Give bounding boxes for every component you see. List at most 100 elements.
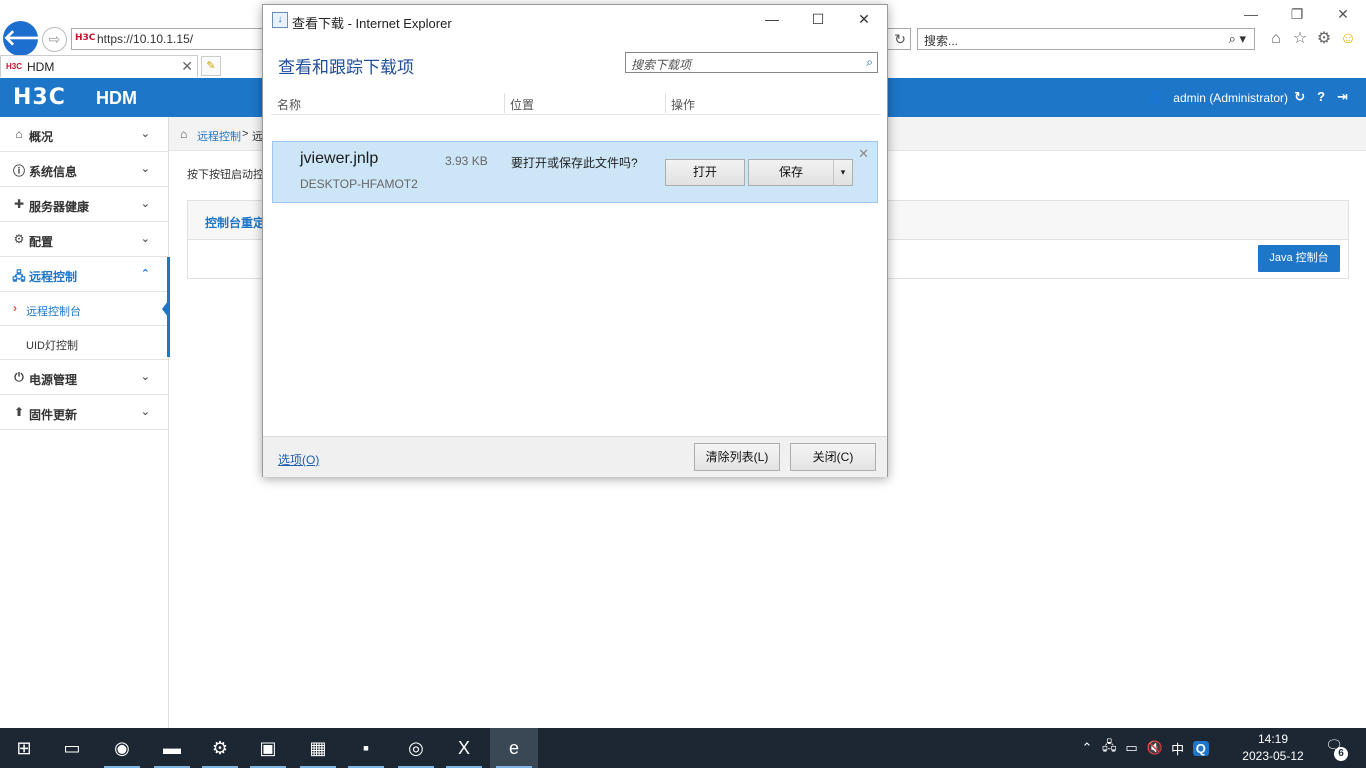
- dialog-close-icon[interactable]: ✕: [841, 5, 887, 35]
- chevron-down-icon: ⌄: [140, 406, 150, 418]
- refresh-icon[interactable]: ↻: [1294, 89, 1305, 105]
- close-dialog-button[interactable]: 关闭(C): [790, 443, 876, 471]
- gear-icon: ⚙: [13, 232, 25, 246]
- current-user[interactable]: admin (Administrator): [1173, 91, 1288, 105]
- sidebar-subitem-label: UID灯控制: [26, 340, 78, 352]
- download-prompt: 要打开或保存此文件吗?: [511, 156, 638, 170]
- sidebar-item-4[interactable]: ⚙ 配置 ⌄: [0, 222, 168, 257]
- product-name: HDM: [96, 88, 137, 108]
- breadcrumb-link-remote-control[interactable]: 远程控制: [197, 128, 241, 144]
- view-downloads-dialog: ↓ 查看下载 - Internet Explorer — ☐ ✕ 查看和跟踪下载…: [262, 4, 888, 477]
- file-explorer-icon[interactable]: ▬: [148, 728, 196, 768]
- downloads-search-placeholder: 搜索下载项: [631, 58, 692, 72]
- dialog-minimize-icon[interactable]: —: [749, 5, 795, 35]
- site-favicon-icon: H3C: [75, 33, 96, 43]
- tab-title: HDM: [27, 60, 55, 74]
- dialog-maximize-icon[interactable]: ☐: [795, 5, 841, 35]
- tab-favicon-icon: H3C: [6, 62, 23, 71]
- minimize-icon[interactable]: —: [1228, 0, 1274, 30]
- edge-browser-icon[interactable]: ◉: [98, 728, 146, 768]
- dialog-window-controls: — ☐ ✕: [749, 5, 887, 35]
- chevron-down-icon: ⌄: [140, 128, 150, 140]
- column-divider: [504, 93, 505, 113]
- server-manager-icon[interactable]: ▦: [294, 728, 342, 768]
- browser-window-controls: — ❐ ✕: [1228, 0, 1366, 30]
- download-manager-icon: ↓: [272, 12, 288, 28]
- column-header-action[interactable]: 操作: [671, 96, 695, 113]
- forward-arrow-icon[interactable]: ⇨: [42, 27, 67, 52]
- new-tab-icon[interactable]: ✎: [201, 56, 221, 76]
- browser-toolbar: ⌂ ☆ ⚙ ☺: [1266, 28, 1358, 50]
- download-item[interactable]: jviewer.jnlp 3.93 KB DESKTOP-HFAMOT2 要打开…: [272, 141, 878, 203]
- taskbar-clock[interactable]: 14:19 2023-05-12: [1228, 731, 1318, 765]
- sidebar-subitem-2[interactable]: UID灯控制: [0, 326, 168, 360]
- close-window-icon[interactable]: ✕: [1320, 0, 1366, 30]
- dialog-title: 查看下载 - Internet Explorer: [292, 16, 452, 31]
- sidebar-item-7[interactable]: ⬆ 固件更新 ⌄: [0, 395, 168, 430]
- task-view-icon[interactable]: ▭: [48, 728, 96, 768]
- save-button[interactable]: 保存: [748, 159, 834, 186]
- tab-close-icon[interactable]: ✕: [181, 58, 193, 75]
- options-link[interactable]: 选项(O): [278, 451, 319, 468]
- qq-tray-icon[interactable]: Q: [1192, 740, 1209, 756]
- search-icon[interactable]: ⌕: [866, 55, 873, 70]
- home-icon[interactable]: ⌂: [1266, 29, 1286, 49]
- excel-icon[interactable]: X: [440, 728, 488, 768]
- windows-start-icon[interactable]: ⊞: [0, 728, 48, 768]
- tray-expand-icon[interactable]: ⌃: [1080, 740, 1094, 756]
- input-method-label[interactable]: 中: [1171, 739, 1185, 758]
- sidebar-item-5[interactable]: 🖧 远程控制 ⌃: [0, 257, 168, 292]
- sidebar-subitem-1[interactable]: › 远程控制台: [0, 292, 168, 326]
- column-header-name[interactable]: 名称: [277, 96, 301, 113]
- favorites-star-icon[interactable]: ☆: [1290, 29, 1310, 49]
- system-tray: ⌃ 🖧 ▭ 🔇 中 Q: [1080, 728, 1209, 768]
- sidebar-item-1[interactable]: ⌂ 概况 ⌄: [0, 117, 168, 152]
- settings-gear-icon[interactable]: ⚙: [196, 728, 244, 768]
- help-icon[interactable]: ?: [1317, 89, 1325, 105]
- chrome-browser-icon[interactable]: ◎: [392, 728, 440, 768]
- header-actions: ↻? ⇥: [1294, 89, 1348, 105]
- sidebar-item-6[interactable]: ⏻ 电源管理 ⌄: [0, 360, 168, 395]
- save-options-dropdown-icon[interactable]: ▾: [833, 159, 853, 186]
- chevron-down-icon: ⌄: [140, 163, 150, 175]
- control-panel-icon[interactable]: ▣: [244, 728, 292, 768]
- java-console-button[interactable]: Java 控制台: [1258, 245, 1340, 272]
- smiley-feedback-icon[interactable]: ☺: [1338, 29, 1358, 49]
- column-header-location[interactable]: 位置: [510, 96, 534, 113]
- internet-explorer-icon[interactable]: e: [490, 728, 538, 768]
- chevron-down-icon: ⌄: [140, 371, 150, 383]
- gear-icon[interactable]: ⚙: [1314, 29, 1334, 49]
- refresh-icon[interactable]: ↻: [894, 31, 906, 48]
- network-tray-icon[interactable]: 🖧: [1102, 737, 1117, 759]
- battery-tray-icon[interactable]: ▭: [1125, 740, 1139, 756]
- sidebar-subitem-label: 远程控制台: [26, 306, 81, 318]
- back-arrow-icon[interactable]: 🡐: [3, 21, 62, 56]
- sidebar-item-label: 固件更新: [29, 408, 78, 422]
- sidebar-item-2[interactable]: ⓘ 系统信息 ⌄: [0, 152, 168, 187]
- open-button[interactable]: 打开: [665, 159, 745, 186]
- restore-icon[interactable]: ❐: [1274, 0, 1320, 30]
- dismiss-download-icon[interactable]: ✕: [858, 146, 869, 162]
- download-size: 3.93 KB: [445, 154, 488, 168]
- downloads-column-headers: 名称 位置 操作: [271, 91, 881, 115]
- command-prompt-icon[interactable]: ▪: [342, 728, 390, 768]
- dialog-titlebar[interactable]: ↓ 查看下载 - Internet Explorer — ☐ ✕: [263, 5, 887, 35]
- clear-list-button[interactable]: 清除列表(L): [694, 443, 780, 471]
- downloads-search-input[interactable]: 搜索下载项 ⌕: [625, 52, 878, 73]
- active-item-notch: [162, 301, 168, 317]
- logout-icon[interactable]: ⇥: [1337, 89, 1348, 105]
- sidebar-nav: ⌂ 概况 ⌄ ⓘ 系统信息 ⌄ ✚ 服务器健康 ⌄ ⚙ 配置 ⌄ 🖧 远程控制 ⌃ › 远程控制台 UID灯控制 ⏻…: [0, 117, 169, 728]
- health-plus-icon: ✚: [13, 197, 25, 211]
- address-url[interactable]: https://10.10.1.15/: [97, 32, 193, 46]
- volume-muted-icon[interactable]: 🔇: [1147, 740, 1163, 756]
- chevron-up-icon: ⌃: [140, 268, 150, 280]
- clock-date: 2023-05-12: [1242, 749, 1304, 763]
- browser-tab-hdm[interactable]: H3C HDM ✕: [0, 55, 198, 77]
- sidebar-item-label: 配置: [29, 235, 54, 249]
- power-icon: ⏻: [14, 370, 24, 384]
- search-icon[interactable]: ⌕ ▾: [1229, 31, 1246, 47]
- breadcrumb-home-icon[interactable]: ⌂: [180, 127, 187, 141]
- browser-search-box[interactable]: 搜索... ⌕ ▾: [917, 28, 1255, 50]
- browser-search-text[interactable]: 搜索...: [924, 32, 958, 49]
- sidebar-item-3[interactable]: ✚ 服务器健康 ⌄: [0, 187, 168, 222]
